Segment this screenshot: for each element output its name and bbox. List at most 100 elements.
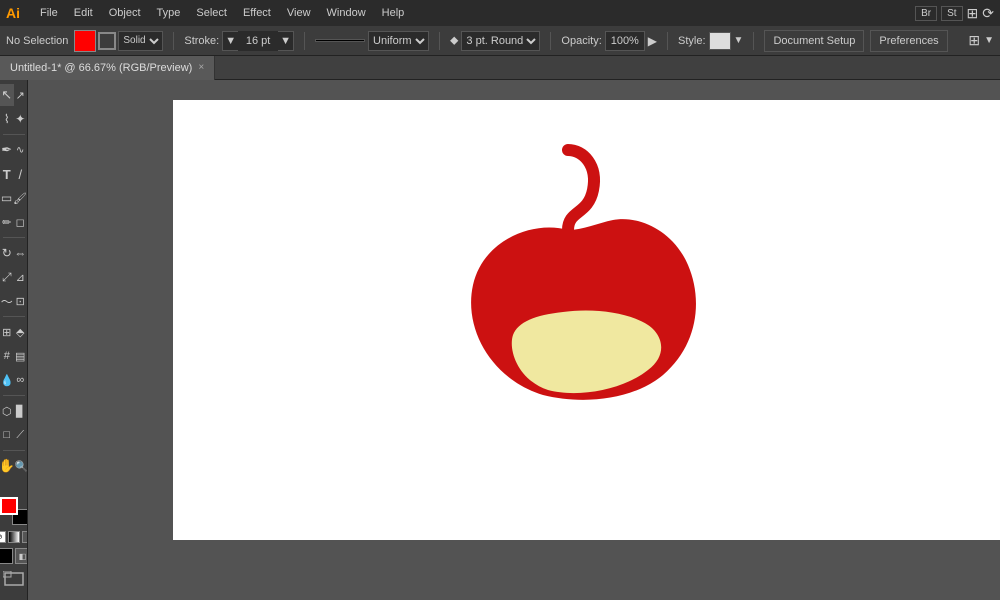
pen-tool[interactable]: ✒: [0, 139, 14, 161]
free-transform-tool[interactable]: ⊡: [14, 290, 28, 312]
fill-swatch[interactable]: [74, 30, 96, 52]
white-swatch[interactable]: ◧: [15, 548, 29, 564]
color-mode-gradient[interactable]: [8, 531, 20, 543]
fill-type-dropdown[interactable]: Solid: [118, 31, 163, 51]
menu-window[interactable]: Window: [319, 5, 374, 21]
app-logo: Ai: [6, 5, 20, 21]
tool-row-graph: ⬡ ▊: [0, 400, 27, 422]
menu-help[interactable]: Help: [374, 5, 413, 21]
shear-tool[interactable]: ⊿: [14, 266, 28, 288]
tool-row-lasso: ⌇ ✦: [0, 108, 27, 130]
tool-sep-4: [3, 395, 25, 396]
reflect-tool[interactable]: ⇔: [14, 242, 28, 264]
menu-bar: Ai File Edit Object Type Select Effect V…: [0, 0, 1000, 26]
fill-stroke-swatches: [0, 497, 28, 525]
curvature-tool[interactable]: ∿: [14, 139, 28, 161]
fill-color-control[interactable]: Solid: [74, 30, 163, 52]
live-paint-tool[interactable]: ⬡: [0, 400, 14, 422]
style-dropdown-arrow[interactable]: ▼: [734, 35, 744, 46]
tab-close-button[interactable]: ×: [198, 62, 204, 73]
selection-label: No Selection: [6, 35, 68, 47]
sync-icon: ⟳: [982, 5, 994, 22]
menu-file[interactable]: File: [32, 5, 66, 21]
stroke-down-arrow[interactable]: ▼: [223, 35, 238, 47]
stroke-input[interactable]: [238, 31, 278, 51]
separator-6: [753, 32, 754, 50]
brush-dropdown[interactable]: 3 pt. Round: [461, 31, 540, 51]
document-setup-button[interactable]: Document Setup: [764, 30, 864, 52]
menu-object[interactable]: Object: [101, 5, 149, 21]
style-preview: [709, 32, 731, 50]
warp-tool[interactable]: 〜: [0, 290, 14, 312]
tool-row-eyedropper: 💧 ∞: [0, 369, 27, 391]
selection-tool[interactable]: ↖: [0, 84, 14, 106]
artboard-tool[interactable]: □: [0, 424, 14, 446]
tool-sep-5: [3, 450, 25, 451]
artboard: [173, 100, 1000, 540]
stroke-unit-dropdown[interactable]: ▼: [278, 35, 293, 47]
type-tool[interactable]: T: [0, 163, 14, 185]
separator-4: [550, 32, 551, 50]
opacity-label: Opacity:: [561, 35, 601, 47]
tool-row-pen: ✒ ∿: [0, 139, 27, 161]
separator-1: [173, 32, 174, 50]
arrange-dropdown[interactable]: ▼: [984, 35, 994, 46]
tool-row-selection: ↖ ↗: [0, 84, 27, 106]
tab-bar: Untitled-1* @ 66.67% (RGB/Preview) ×: [0, 56, 1000, 80]
color-mode-row: ⊘: [0, 531, 28, 543]
eyedropper-tool[interactable]: 💧: [0, 369, 14, 391]
lasso-tool[interactable]: ⌇: [0, 108, 14, 130]
menu-view[interactable]: View: [279, 5, 319, 21]
tool-row-shape: ▭ 🖌: [0, 187, 27, 209]
artboard-icon: [3, 571, 25, 590]
rotate-tool[interactable]: ↻: [0, 242, 14, 264]
pencil-tool[interactable]: ✏: [0, 211, 14, 233]
eraser-tool[interactable]: ◻: [14, 211, 28, 233]
arrange-icon[interactable]: ⊞: [968, 32, 980, 49]
direct-selection-tool[interactable]: ↗: [14, 84, 28, 106]
document-tab[interactable]: Untitled-1* @ 66.67% (RGB/Preview) ×: [0, 56, 215, 80]
opacity-input[interactable]: [605, 31, 645, 51]
rectangle-tool[interactable]: ▭: [0, 187, 13, 209]
stroke-swatch-toolbar[interactable]: [98, 32, 116, 50]
color-area: ⊘ ◧: [0, 493, 28, 596]
magic-wand-tool[interactable]: ✦: [14, 108, 28, 130]
line-segment-tool[interactable]: /: [14, 163, 28, 185]
mesh-tool[interactable]: #: [0, 345, 14, 367]
shape-builder-tool[interactable]: ⊞: [0, 321, 14, 343]
color-mode-none[interactable]: ⊘: [0, 531, 6, 543]
hand-tool[interactable]: ✋: [0, 455, 15, 477]
tool-row-type: T /: [0, 163, 27, 185]
stroke-value-input[interactable]: ▼ ▼: [222, 31, 294, 51]
menu-effect[interactable]: Effect: [235, 5, 279, 21]
canvas-area[interactable]: [28, 80, 1000, 600]
workspace-controls: ⊞ ▼: [968, 32, 994, 49]
perspective-grid-tool[interactable]: ⬘: [14, 321, 28, 343]
zoom-tool[interactable]: 🔍: [15, 455, 28, 477]
separator-3: [439, 32, 440, 50]
column-graph-tool[interactable]: ▊: [14, 400, 28, 422]
tool-sep-3: [3, 316, 25, 317]
tool-sep-1: [3, 134, 25, 135]
stroke-style-control: Uniform: [315, 31, 429, 51]
menu-edit[interactable]: Edit: [66, 5, 101, 21]
blend-tool[interactable]: ∞: [14, 369, 27, 391]
slice-tool[interactable]: ⟋: [14, 424, 28, 446]
preferences-button[interactable]: Preferences: [870, 30, 947, 52]
stroke-type-dropdown[interactable]: Uniform: [368, 31, 429, 51]
black-swatch[interactable]: [0, 548, 13, 564]
brush-control: ⬥ 3 pt. Round: [450, 31, 540, 51]
separator-2: [304, 32, 305, 50]
fill-color-swatch[interactable]: [0, 497, 18, 515]
menu-type[interactable]: Type: [149, 5, 189, 21]
separator-5: [667, 32, 668, 50]
menu-select[interactable]: Select: [188, 5, 235, 21]
stroke-control: Stroke: ▼ ▼: [184, 31, 294, 51]
scale-tool[interactable]: ⤢: [0, 266, 14, 288]
gradient-tool[interactable]: ▤: [14, 345, 28, 367]
paintbrush-tool[interactable]: 🖌: [13, 187, 27, 209]
opacity-more[interactable]: ▶: [648, 34, 657, 48]
tool-row-mesh: # ▤: [0, 345, 27, 367]
workspace-icon: ⊞: [967, 5, 979, 22]
stroke-preview: [315, 39, 365, 42]
